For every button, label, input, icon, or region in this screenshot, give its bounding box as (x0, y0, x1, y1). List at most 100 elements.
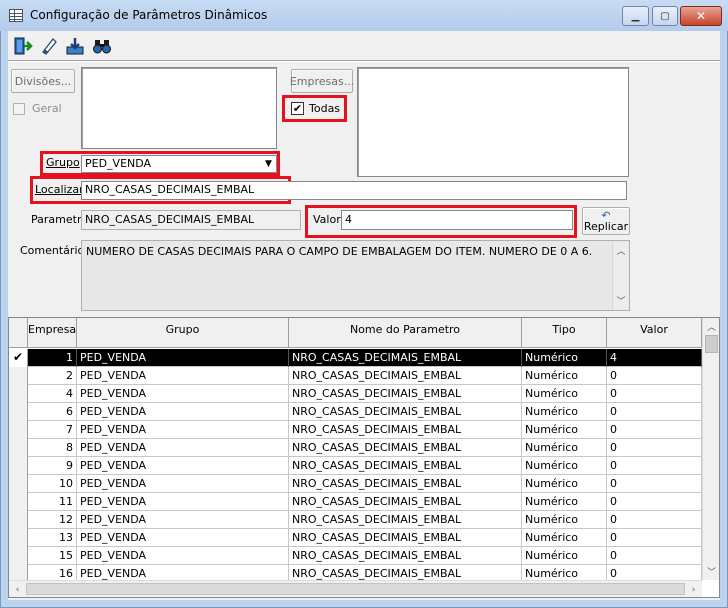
table-row[interactable]: 12 PED_VENDA NRO_CASAS_DECIMAIS_EMBAL Numér… (9, 511, 702, 529)
scroll-right-icon[interactable]: › (685, 581, 702, 597)
todas-checkbox[interactable]: ✔ (291, 102, 304, 115)
cell-empresa[interactable]: 10 (28, 475, 77, 493)
grid-horizontal-scrollbar[interactable]: ‹ › (9, 580, 702, 597)
row-indicator[interactable]: ✔ (9, 349, 28, 367)
exit-button[interactable] (11, 34, 35, 58)
cell-nome-parametro[interactable]: NRO_CASAS_DECIMAIS_EMBAL (289, 529, 522, 547)
cell-tipo[interactable]: Numérico (522, 403, 607, 421)
cell-tipo[interactable]: Numérico (522, 457, 607, 475)
cell-empresa[interactable]: 1 (28, 349, 77, 367)
cell-nome-parametro[interactable]: NRO_CASAS_DECIMAIS_EMBAL (289, 403, 522, 421)
cell-tipo[interactable]: Numérico (522, 385, 607, 403)
cell-empresa[interactable]: 9 (28, 457, 77, 475)
cell-nome-parametro[interactable]: NRO_CASAS_DECIMAIS_EMBAL (289, 421, 522, 439)
table-row[interactable]: 13 PED_VENDA NRO_CASAS_DECIMAIS_EMBAL Numér… (9, 529, 702, 547)
cell-tipo[interactable]: Numérico (522, 529, 607, 547)
header-grupo[interactable]: Grupo (77, 318, 289, 348)
cell-empresa[interactable]: 13 (28, 529, 77, 547)
cell-empresa[interactable]: 7 (28, 421, 77, 439)
parameters-grid[interactable]: Empresa Grupo Nome do Parametro Tipo Val… (8, 317, 720, 598)
scroll-left-icon[interactable]: ‹ (9, 581, 26, 597)
scroll-up-icon[interactable]: ︿ (613, 242, 629, 259)
minimize-button[interactable]: ▁ (622, 6, 649, 26)
cell-grupo[interactable]: PED_VENDA (77, 511, 289, 529)
cell-empresa[interactable]: 6 (28, 403, 77, 421)
cell-grupo[interactable]: PED_VENDA (77, 475, 289, 493)
cell-valor[interactable]: 0 (607, 457, 702, 475)
cell-grupo[interactable]: PED_VENDA (77, 457, 289, 475)
comentarios-scrollbar[interactable]: ︿ ﹀ (612, 242, 628, 309)
table-row[interactable]: 2 PED_VENDA NRO_CASAS_DECIMAIS_EMBAL Numéri… (9, 367, 702, 385)
cell-valor[interactable]: 0 (607, 385, 702, 403)
cell-valor[interactable]: 0 (607, 547, 702, 565)
divisoes-button[interactable]: Divisões... (11, 69, 75, 93)
cell-valor[interactable]: 0 (607, 439, 702, 457)
chevron-down-icon[interactable]: ▼ (261, 156, 276, 172)
search-button[interactable] (90, 34, 114, 58)
grupo-select[interactable]: PED_VENDA (81, 155, 277, 173)
hscroll-thumb[interactable] (26, 583, 685, 595)
scroll-down-icon[interactable]: ﹀ (613, 292, 629, 309)
cell-nome-parametro[interactable]: NRO_CASAS_DECIMAIS_EMBAL (289, 547, 522, 565)
cell-empresa[interactable]: 2 (28, 367, 77, 385)
cell-grupo[interactable]: PED_VENDA (77, 349, 289, 367)
cell-tipo[interactable]: Numérico (522, 547, 607, 565)
cell-tipo[interactable]: Numérico (522, 511, 607, 529)
cell-tipo[interactable]: Numérico (522, 367, 607, 385)
replicar-button[interactable]: ↶ Replicar (582, 207, 630, 235)
cell-tipo[interactable]: Numérico (522, 493, 607, 511)
cell-valor[interactable]: 4 (607, 349, 702, 367)
table-row[interactable]: 7 PED_VENDA NRO_CASAS_DECIMAIS_EMBAL Numéri… (9, 421, 702, 439)
row-indicator[interactable] (9, 529, 28, 547)
empresas-list[interactable] (357, 67, 629, 177)
cell-nome-parametro[interactable]: NRO_CASAS_DECIMAIS_EMBAL (289, 385, 522, 403)
title-bar[interactable]: Configuração de Parâmetros Dinâmicos ▁ ▢… (0, 0, 728, 31)
table-row[interactable]: 15 PED_VENDA NRO_CASAS_DECIMAIS_EMBAL Numér… (9, 547, 702, 565)
cell-grupo[interactable]: PED_VENDA (77, 421, 289, 439)
scroll-up-icon[interactable]: ︿ (703, 318, 719, 335)
cell-tipo[interactable]: Numérico (522, 421, 607, 439)
row-indicator[interactable] (9, 385, 28, 403)
grid-vertical-scrollbar[interactable]: ︿ ﹀ (702, 318, 719, 580)
cell-grupo[interactable]: PED_VENDA (77, 529, 289, 547)
cell-empresa[interactable]: 12 (28, 511, 77, 529)
scroll-thumb[interactable] (705, 335, 718, 353)
cell-valor[interactable]: 0 (607, 475, 702, 493)
localizar-input[interactable]: NRO_CASAS_DECIMAIS_EMBAL (81, 181, 627, 200)
cell-grupo[interactable]: PED_VENDA (77, 493, 289, 511)
header-empresa[interactable]: Empresa (28, 318, 77, 348)
cell-empresa[interactable]: 4 (28, 385, 77, 403)
header-nome-parametro[interactable]: Nome do Parametro (289, 318, 522, 348)
cell-nome-parametro[interactable]: NRO_CASAS_DECIMAIS_EMBAL (289, 367, 522, 385)
row-indicator[interactable] (9, 367, 28, 385)
cell-tipo[interactable]: Numérico (522, 475, 607, 493)
cell-nome-parametro[interactable]: NRO_CASAS_DECIMAIS_EMBAL (289, 457, 522, 475)
table-row[interactable]: 4 PED_VENDA NRO_CASAS_DECIMAIS_EMBAL Numéri… (9, 385, 702, 403)
close-button[interactable]: ✕ (680, 6, 722, 26)
row-indicator[interactable] (9, 475, 28, 493)
cell-nome-parametro[interactable]: NRO_CASAS_DECIMAIS_EMBAL (289, 493, 522, 511)
row-indicator[interactable] (9, 511, 28, 529)
cell-nome-parametro[interactable]: NRO_CASAS_DECIMAIS_EMBAL (289, 439, 522, 457)
valor-input[interactable]: 4 (341, 210, 573, 230)
cell-grupo[interactable]: PED_VENDA (77, 439, 289, 457)
cell-valor[interactable]: 0 (607, 511, 702, 529)
row-indicator[interactable] (9, 421, 28, 439)
maximize-button[interactable]: ▢ (652, 6, 678, 26)
divisoes-list[interactable] (81, 67, 277, 149)
scroll-down-icon[interactable]: ﹀ (703, 563, 719, 580)
cell-grupo[interactable]: PED_VENDA (77, 547, 289, 565)
row-indicator[interactable] (9, 457, 28, 475)
table-row[interactable]: 9 PED_VENDA NRO_CASAS_DECIMAIS_EMBAL Numéri… (9, 457, 702, 475)
cell-grupo[interactable]: PED_VENDA (77, 403, 289, 421)
cell-nome-parametro[interactable]: NRO_CASAS_DECIMAIS_EMBAL (289, 511, 522, 529)
table-row[interactable]: 6 PED_VENDA NRO_CASAS_DECIMAIS_EMBAL Numéri… (9, 403, 702, 421)
cell-valor[interactable]: 0 (607, 403, 702, 421)
row-indicator[interactable] (9, 493, 28, 511)
save-button[interactable] (63, 34, 87, 58)
table-row[interactable]: 8 PED_VENDA NRO_CASAS_DECIMAIS_EMBAL Numéri… (9, 439, 702, 457)
geral-checkbox[interactable] (13, 103, 25, 115)
cell-grupo[interactable]: PED_VENDA (77, 367, 289, 385)
cell-tipo[interactable]: Numérico (522, 439, 607, 457)
clear-button[interactable] (37, 34, 61, 58)
